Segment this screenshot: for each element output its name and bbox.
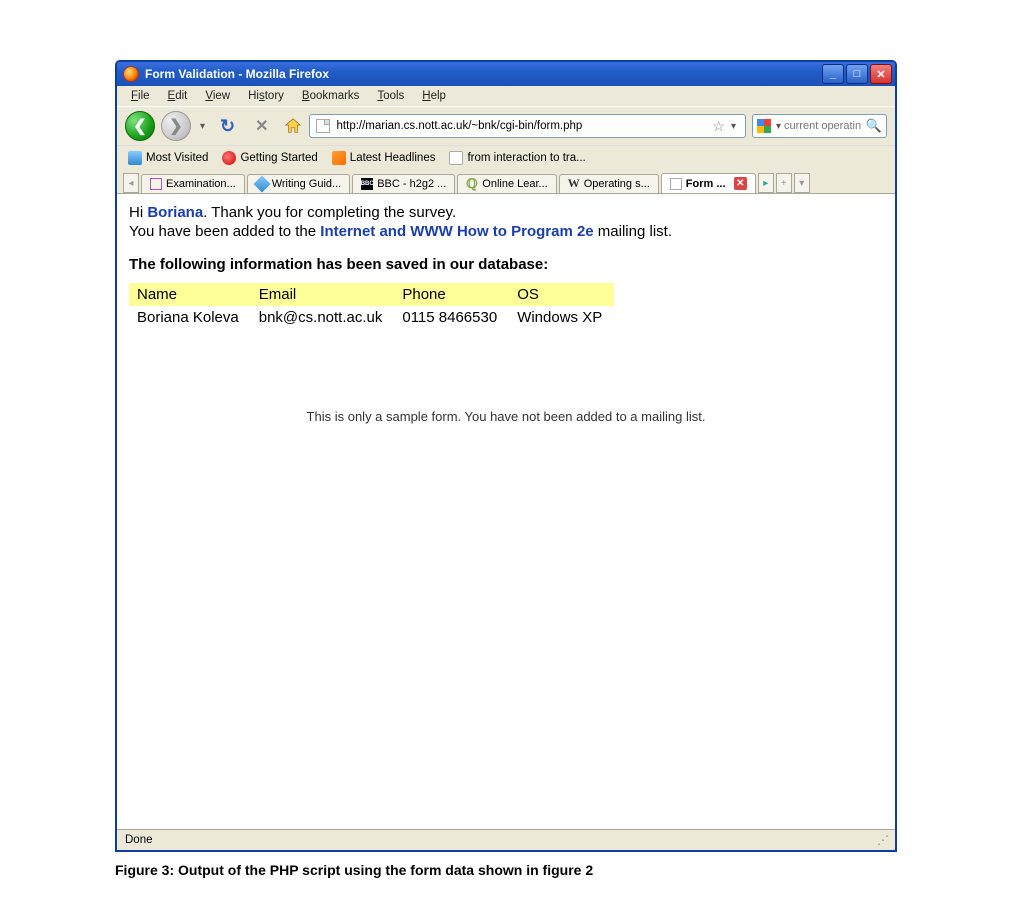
favicon-icon — [253, 175, 270, 192]
menu-bookmarks[interactable]: Bookmarks — [294, 88, 368, 104]
book-title: Internet and WWW How to Program 2e — [320, 223, 593, 240]
home-button[interactable] — [283, 116, 303, 136]
url-input[interactable] — [335, 119, 710, 133]
navigation-toolbar: ❮ ❯ ▾ ↻ ✕ ☆ ▾ ▾ current operatin 🔍 — [117, 106, 895, 145]
menu-help[interactable]: Help — [414, 88, 454, 104]
col-name: Name — [129, 283, 251, 306]
rss-icon — [332, 151, 346, 165]
user-name: Boriana — [147, 204, 203, 221]
col-phone: Phone — [394, 283, 509, 306]
col-os: OS — [509, 283, 614, 306]
cell-email: bnk@cs.nott.ac.uk — [251, 306, 395, 329]
tab-operating-s[interactable]: WOperating s... — [559, 174, 659, 193]
menu-file[interactable]: File — [123, 88, 158, 104]
menu-view[interactable]: View — [197, 88, 238, 104]
browser-window: Form Validation - Mozilla Firefox _ □ ✕ … — [115, 60, 897, 852]
folder-icon — [128, 151, 142, 165]
firefox-icon — [222, 151, 236, 165]
tab-scroll-left[interactable]: ◂ — [123, 173, 139, 193]
page-icon — [449, 151, 463, 165]
all-tabs-button[interactable]: ▾ — [794, 173, 810, 193]
info-table: Name Email Phone OS Boriana Koleva bnk@c… — [129, 283, 614, 329]
title-bar: Form Validation - Mozilla Firefox _ □ ✕ — [117, 62, 895, 86]
figure-caption: Figure 3: Output of the PHP script using… — [115, 862, 909, 878]
minimize-button[interactable]: _ — [822, 64, 844, 84]
cell-phone: 0115 8466530 — [394, 306, 509, 329]
bookmark-most-visited[interactable]: Most Visited — [125, 149, 211, 167]
page-content: Hi Boriana. Thank you for completing the… — [117, 194, 895, 829]
status-text: Done — [125, 834, 153, 846]
menu-edit[interactable]: Edit — [160, 88, 196, 104]
tab-close-icon[interactable]: ✕ — [734, 177, 747, 190]
back-button[interactable]: ❮ — [125, 111, 155, 141]
page-icon — [670, 178, 682, 190]
new-tab-button[interactable]: + — [776, 173, 792, 193]
search-icon[interactable]: 🔍 — [866, 118, 882, 134]
forward-button: ❯ — [161, 111, 191, 141]
tab-form[interactable]: Form ...✕ — [661, 173, 756, 193]
tab-bbc[interactable]: BBCBBC - h2g2 ... — [352, 174, 455, 193]
bookmark-latest-headlines[interactable]: Latest Headlines — [329, 149, 439, 167]
favicon-icon — [150, 178, 162, 190]
firefox-icon — [123, 66, 139, 82]
history-dropdown[interactable]: ▾ — [197, 121, 208, 132]
greeting-line2: You have been added to the Internet and … — [129, 223, 883, 240]
tab-strip: ◂ Examination... Writing Guid... BBCBBC … — [117, 170, 895, 194]
greeting-line1: Hi Boriana. Thank you for completing the… — [129, 204, 883, 221]
bookmark-interaction[interactable]: from interaction to tra... — [446, 149, 588, 167]
bookmark-star-icon[interactable]: ☆ — [709, 118, 728, 135]
tab-examination[interactable]: Examination... — [141, 174, 245, 193]
tab-scroll-right[interactable]: ▸ — [758, 173, 774, 193]
address-bar[interactable]: ☆ ▾ — [309, 114, 746, 138]
bbc-icon: BBC — [361, 178, 373, 190]
table-row: Boriana Koleva bnk@cs.nott.ac.uk 0115 84… — [129, 306, 614, 329]
favicon-icon: ℚ — [466, 178, 478, 190]
resize-grip-icon[interactable]: ⋰ — [877, 833, 887, 847]
tab-online-lear[interactable]: ℚOnline Lear... — [457, 174, 556, 193]
wikipedia-icon: W — [568, 178, 580, 190]
status-bar: Done ⋰ — [117, 829, 895, 850]
tab-writing-guid[interactable]: Writing Guid... — [247, 174, 351, 193]
bookmarks-toolbar: Most Visited Getting Started Latest Head… — [117, 145, 895, 170]
search-box[interactable]: ▾ current operatin 🔍 — [752, 114, 887, 138]
menu-bar: File Edit View History Bookmarks Tools H… — [117, 86, 895, 106]
search-engine-dropdown[interactable]: ▾ — [773, 121, 784, 132]
col-email: Email — [251, 283, 395, 306]
cell-name: Boriana Koleva — [129, 306, 251, 329]
close-button[interactable]: ✕ — [870, 64, 892, 84]
table-header: Name Email Phone OS — [129, 283, 614, 306]
menu-tools[interactable]: Tools — [369, 88, 412, 104]
google-icon — [757, 119, 771, 133]
stop-button[interactable]: ✕ — [247, 113, 276, 139]
saved-heading: The following information has been saved… — [129, 256, 883, 273]
address-dropdown[interactable]: ▾ — [728, 121, 739, 132]
menu-history[interactable]: History — [240, 88, 292, 104]
reload-button[interactable]: ↻ — [214, 113, 241, 140]
page-icon — [316, 119, 330, 133]
search-placeholder: current operatin — [784, 120, 866, 132]
cell-os: Windows XP — [509, 306, 614, 329]
maximize-button[interactable]: □ — [846, 64, 868, 84]
disclaimer: This is only a sample form. You have not… — [129, 409, 883, 424]
window-title: Form Validation - Mozilla Firefox — [145, 67, 822, 81]
bookmark-getting-started[interactable]: Getting Started — [219, 149, 320, 167]
